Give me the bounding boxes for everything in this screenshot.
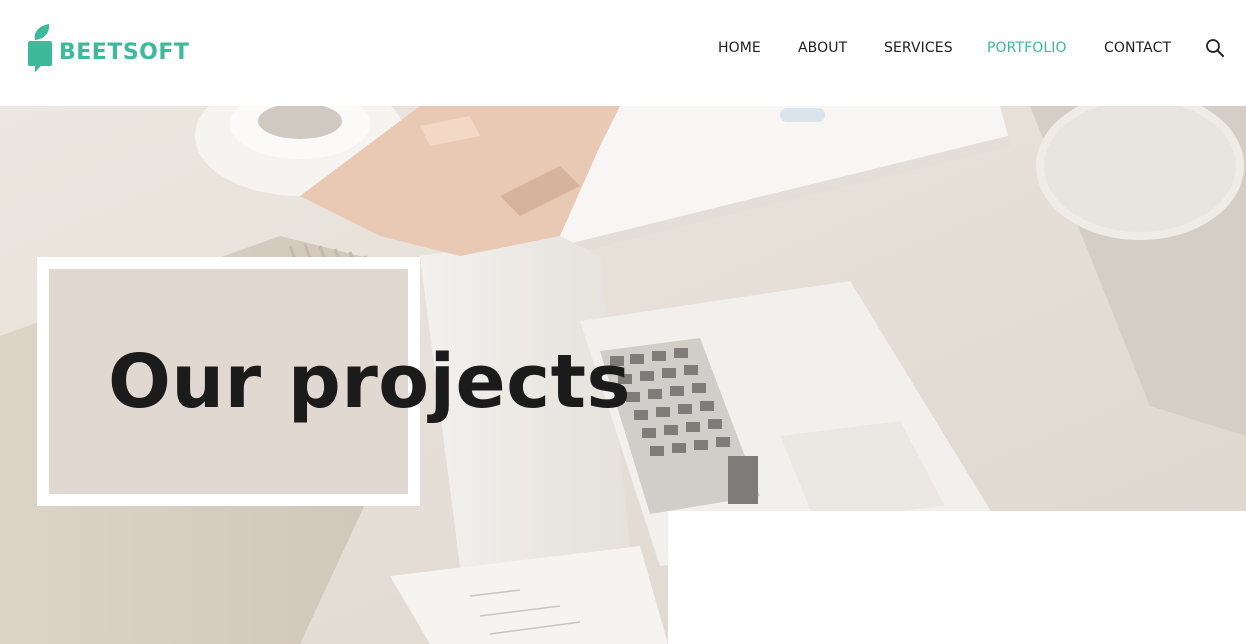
main-nav: HOME ABOUT SERVICES PORTFOLIO CONTACT [0,38,1246,58]
nav-home[interactable]: HOME [718,38,761,58]
nav-services[interactable]: SERVICES [884,38,953,58]
nav-portfolio[interactable]: PORTFOLIO [987,38,1067,58]
nav-about[interactable]: ABOUT [798,38,847,58]
nav-contact[interactable]: CONTACT [1104,38,1171,58]
page-title: Our projects [108,339,631,425]
search-icon[interactable] [1205,38,1225,58]
hero-section: Our projects [0,106,1246,644]
content-panel [668,511,1246,644]
site-header: BEETSOFT HOME ABOUT SERVICES PORTFOLIO C… [0,0,1246,106]
